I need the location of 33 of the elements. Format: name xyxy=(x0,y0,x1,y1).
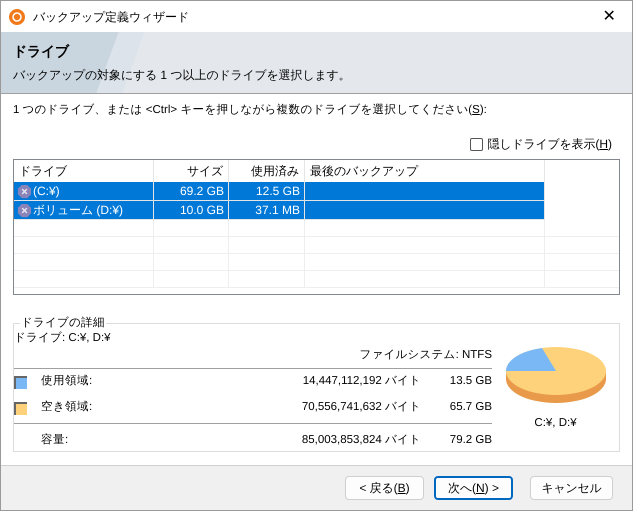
page-subtitle: バックアップの対象にする 1 つ以上のドライブを選択します。 xyxy=(13,67,352,84)
group-label: ドライブの詳細 xyxy=(20,316,106,332)
capacity-label: 容量: xyxy=(41,432,70,448)
page-title: ドライブ xyxy=(13,42,70,61)
instruction-text: 1 つのドライブ、または <Ctrl> キーを押しながら複数のドライブを選択してください(S): xyxy=(13,102,488,118)
size-value: 13.5 GB xyxy=(450,374,492,390)
byte-count: 70,556,741,632 バイト xyxy=(300,400,421,416)
legend-label: 空き領域: xyxy=(41,399,94,416)
table-cell-text: ボリューム (D:¥) xyxy=(33,202,123,220)
filesystem-label: ファイルシステム: NTFS xyxy=(360,348,492,363)
table-cell-text: 10.0 GB xyxy=(180,202,224,220)
size-value: 65.7 GB xyxy=(450,400,492,416)
table-cell-text: 69.2 GB xyxy=(180,183,224,200)
close-button[interactable]: ✕ xyxy=(594,2,624,30)
drive-row[interactable]: (C:¥) 69.2 GB 12.5 GB xyxy=(14,182,545,202)
drive-icon xyxy=(17,202,32,218)
byte-count: 85,003,853,824 バイト xyxy=(300,432,421,448)
drive-icon xyxy=(17,184,32,199)
table-cell-text: (C:¥) xyxy=(33,183,60,200)
legend-label: 使用領域: xyxy=(41,374,94,390)
chart-caption: C:¥, D:¥ xyxy=(534,416,577,430)
show-hidden-checkbox[interactable]: 隠しドライブを表示(H) xyxy=(470,135,612,154)
wizard-button[interactable]: < 戻る(B) xyxy=(345,476,424,500)
drive-row[interactable]: ボリューム (D:¥) 10.0 GB 37.1 MB xyxy=(14,201,545,220)
app-logo-icon xyxy=(9,8,25,24)
window-title: バックアップ定義ウィザード xyxy=(33,8,189,26)
size-value: 79.2 GB xyxy=(450,432,492,448)
wizard-button[interactable]: キャンセル xyxy=(530,476,613,500)
wizard-button[interactable]: 次へ(N) > xyxy=(434,476,513,500)
table-cell-text: 12.5 GB xyxy=(256,183,300,200)
byte-count: 14,447,112,192 バイト xyxy=(302,374,421,390)
drive-label: ドライブ: C:¥, D:¥ xyxy=(14,330,112,346)
table-cell-text: 37.1 MB xyxy=(255,202,300,220)
